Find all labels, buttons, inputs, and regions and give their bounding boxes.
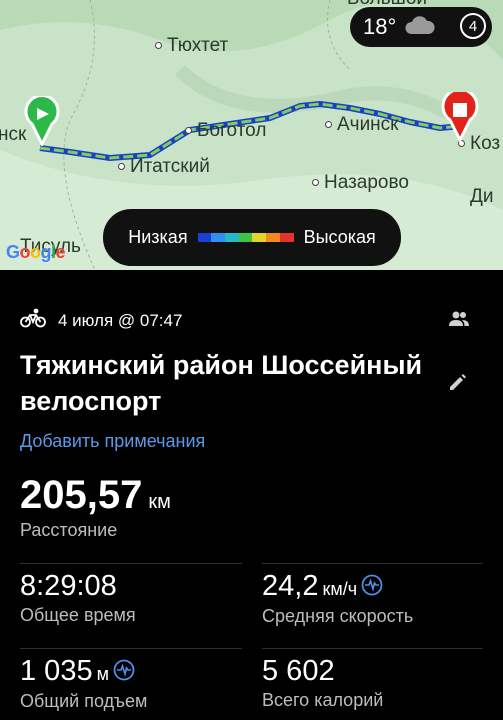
edit-icon[interactable] bbox=[448, 372, 468, 397]
distance-value: 205,57 bbox=[20, 473, 143, 517]
total-time-label: Общее время bbox=[20, 605, 136, 625]
avg-speed-label: Средняя скорость bbox=[262, 605, 414, 626]
ascent-unit: м bbox=[96, 664, 109, 684]
legend-high-label: Высокая bbox=[303, 227, 376, 247]
total-time-value: 8:29:08 bbox=[20, 570, 117, 602]
legend-color-bar bbox=[197, 233, 294, 242]
bicycle-icon bbox=[20, 308, 46, 333]
distance-label: Расстояние bbox=[20, 520, 118, 540]
map[interactable]: Тюхтет Боготол Ачинск Итатский Назарово … bbox=[0, 0, 503, 270]
city-bogotol: Боготол bbox=[185, 120, 266, 142]
air-quality-badge: 4 bbox=[460, 13, 486, 39]
total-time-stat: 8:29:08 Общее время bbox=[20, 570, 136, 626]
group-icon[interactable] bbox=[448, 310, 470, 333]
distance-stat: 205,57 км Расстояние bbox=[20, 473, 171, 541]
city-itatsky: Итатский bbox=[118, 156, 210, 178]
add-notes-link[interactable]: Добавить примечания bbox=[20, 431, 205, 452]
city-nsk: нск bbox=[0, 124, 27, 145]
avg-speed-unit: км/ч bbox=[322, 579, 358, 599]
activity-title: Тяжинский район Шоссейный велоспорт bbox=[20, 350, 423, 416]
divider bbox=[262, 648, 483, 649]
activity-date: 4 июля @ 07:47 bbox=[58, 310, 183, 330]
city-achinsk: Ачинск bbox=[325, 114, 399, 136]
calories-stat: 5 602 Всего калорий bbox=[262, 655, 383, 711]
start-pin-icon bbox=[24, 94, 60, 151]
elevation-legend: Низкая Высокая bbox=[103, 209, 401, 266]
distance-unit: км bbox=[148, 491, 171, 513]
legend-low-label: Низкая bbox=[128, 227, 188, 247]
divider bbox=[20, 563, 242, 564]
calories-label: Всего калорий bbox=[262, 690, 384, 710]
pulse-icon[interactable] bbox=[361, 571, 383, 604]
city-tyukhtet: Тюхтет bbox=[155, 35, 228, 57]
weather-temperature: 18° bbox=[363, 14, 397, 39]
city-di: Ди bbox=[470, 186, 494, 207]
city-nazarovo: Назарово bbox=[312, 172, 409, 194]
avg-speed-stat: 24,2 км/ч Средняя скорость bbox=[262, 570, 413, 627]
calories-value: 5 602 bbox=[262, 655, 335, 687]
divider bbox=[262, 563, 483, 564]
weather-widget[interactable]: 18° 4 bbox=[350, 7, 492, 47]
avg-speed-value: 24,2 bbox=[262, 570, 319, 602]
cloud-icon bbox=[404, 15, 436, 40]
divider bbox=[20, 648, 242, 649]
ascent-label: Общий подъем bbox=[20, 690, 148, 711]
activity-meta: 4 июля @ 07:47 bbox=[20, 308, 182, 333]
ascent-value: 1 035 bbox=[20, 655, 93, 687]
pulse-icon[interactable] bbox=[113, 656, 135, 689]
ascent-stat: 1 035 м Общий подъем bbox=[20, 655, 147, 712]
google-logo: Google bbox=[6, 242, 66, 262]
finish-pin-icon bbox=[441, 87, 479, 147]
